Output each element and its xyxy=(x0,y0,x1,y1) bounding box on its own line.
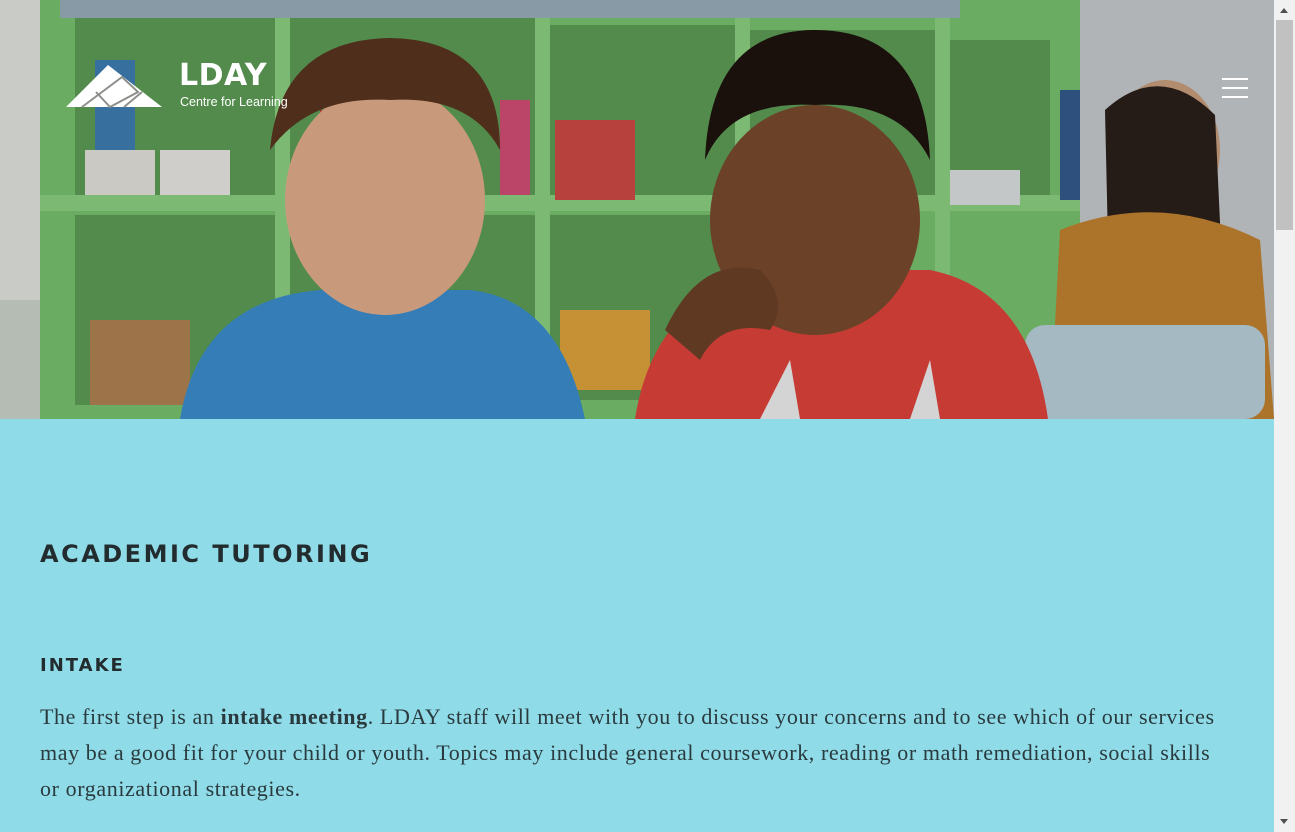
lday-logo[interactable]: LDAY Centre for Learning xyxy=(64,58,304,114)
intake-paragraph: The first step is an intake meeting. LDA… xyxy=(40,699,1230,807)
section-heading-intake: INTAKE xyxy=(40,655,125,676)
intake-text-lead: The first step is an xyxy=(40,704,221,729)
scroll-up-arrow-icon[interactable] xyxy=(1274,0,1295,20)
menu-bar xyxy=(1222,87,1248,89)
hero-banner: LDAY Centre for Learning xyxy=(0,0,1274,419)
vertical-scrollbar[interactable] xyxy=(1274,0,1295,832)
hamburger-menu-icon[interactable] xyxy=(1220,76,1250,102)
page-title: ACADEMIC TUTORING xyxy=(40,540,373,568)
scroll-thumb[interactable] xyxy=(1276,20,1293,230)
menu-bar xyxy=(1222,78,1248,80)
intake-text-bold: intake meeting xyxy=(220,704,368,729)
mountain-logo-icon xyxy=(66,65,162,109)
page: LDAY Centre for Learning ACADEMIC TUTORI… xyxy=(0,0,1274,832)
logo-wordmark: LDAY xyxy=(179,58,268,93)
scroll-down-arrow-icon[interactable] xyxy=(1274,812,1295,832)
logo-tagline: Centre for Learning xyxy=(180,95,288,109)
menu-bar xyxy=(1222,96,1248,98)
